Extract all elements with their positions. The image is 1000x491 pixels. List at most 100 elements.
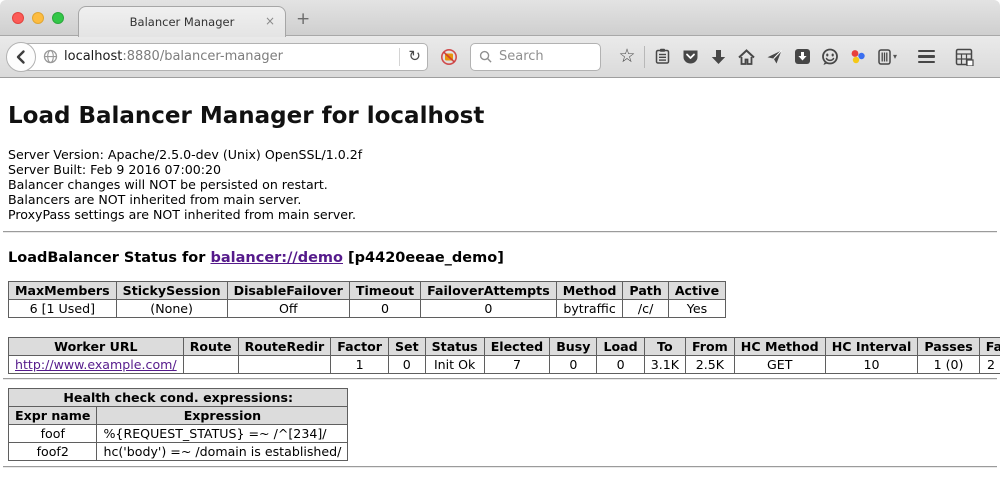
cell-routeredir: [238, 356, 331, 374]
worker-row: http://www.example.com/ 1 0 Init Ok 7 0 …: [9, 356, 1000, 374]
col-worker-url: Worker URL: [9, 338, 184, 356]
send-tab-button[interactable]: [760, 43, 788, 71]
tab-title: Balancer Manager: [130, 15, 235, 29]
downloads-button[interactable]: [704, 43, 732, 71]
cell-busy: 0: [550, 356, 597, 374]
hamburger-icon: [918, 50, 935, 64]
cell-hc-interval: 10: [825, 356, 918, 374]
browser-window: Balancer Manager × + localhost:8880/bala…: [0, 0, 1000, 491]
table-header-row: Expr name Expression: [9, 407, 348, 425]
cell-load: 0: [597, 356, 644, 374]
table-header-row: Worker URL Route RouteRedir Factor Set S…: [9, 338, 1000, 356]
container-caret-icon[interactable]: ▾: [893, 52, 897, 61]
reload-icon[interactable]: ↻: [408, 49, 421, 64]
cell-stickysession: (None): [116, 300, 227, 318]
download-arrow-icon: [711, 49, 726, 65]
proxypass-note-line: ProxyPass settings are NOT inherited fro…: [8, 207, 992, 222]
close-window-button[interactable]: [12, 12, 24, 24]
col-disablefailover: DisableFailover: [227, 282, 349, 300]
server-version-line: Server Version: Apache/2.5.0-dev (Unix) …: [8, 147, 992, 162]
pages-grid-icon: [955, 48, 974, 66]
url-bar[interactable]: localhost:8880/balancer-manager ↻: [20, 43, 428, 71]
tab-balancer-manager[interactable]: Balancer Manager ×: [78, 6, 286, 37]
col-busy: Busy: [550, 338, 597, 356]
col-route: Route: [183, 338, 238, 356]
back-button[interactable]: [6, 42, 36, 72]
col-fails: Fails: [979, 338, 1000, 356]
colored-dots-button[interactable]: [844, 43, 872, 71]
traffic-lights: [12, 12, 64, 24]
cell-disablefailover: Off: [227, 300, 349, 318]
feedback-smiley-button[interactable]: [816, 43, 844, 71]
pocket-button[interactable]: [676, 43, 704, 71]
cell-expr-name: foof: [9, 425, 97, 443]
status-suffix: [p4420eeae_demo]: [343, 250, 504, 266]
star-icon: ☆: [618, 47, 635, 66]
inherit-note-line: Balancers are NOT inherited from main se…: [8, 192, 992, 207]
health-check-table: Health check cond. expressions: Expr nam…: [8, 388, 348, 461]
col-factor: Factor: [331, 338, 389, 356]
cell-elected: 7: [484, 356, 550, 374]
table-header-row: MaxMembers StickySession DisableFailover…: [9, 282, 726, 300]
health-row: foof %{REQUEST_STATUS} =~ /^[234]/: [9, 425, 348, 443]
new-tab-button[interactable]: +: [296, 9, 310, 29]
server-info: Server Version: Apache/2.5.0-dev (Unix) …: [8, 147, 992, 222]
col-failoverattempts: FailoverAttempts: [421, 282, 557, 300]
cell-worker-url: http://www.example.com/: [9, 356, 184, 374]
cell-path: /c/: [623, 300, 668, 318]
balancer-demo-link[interactable]: balancer://demo: [210, 250, 343, 266]
cell-failoverattempts: 0: [421, 300, 557, 318]
cell-route: [183, 356, 238, 374]
col-expression: Expression: [97, 407, 348, 425]
cell-maxmembers: 6 [1 Used]: [9, 300, 117, 318]
zoom-window-button[interactable]: [52, 12, 64, 24]
reading-list-button[interactable]: [648, 43, 676, 71]
cell-timeout: 0: [349, 300, 420, 318]
bookmark-star-button[interactable]: ☆: [613, 43, 641, 71]
health-row: foof2 hc('body') =~ /domain is establish…: [9, 443, 348, 461]
url-text[interactable]: localhost:8880/balancer-manager: [64, 49, 283, 64]
col-path: Path: [623, 282, 668, 300]
download-panel-button[interactable]: [788, 43, 816, 71]
col-expr-name: Expr name: [9, 407, 97, 425]
cell-expr-name: foof2: [9, 443, 97, 461]
cell-passes: 1 (0): [918, 356, 979, 374]
back-arrow-icon: [13, 49, 29, 65]
col-passes: Passes: [918, 338, 979, 356]
menu-button[interactable]: [912, 43, 940, 71]
home-button[interactable]: [732, 43, 760, 71]
col-status: Status: [425, 338, 484, 356]
worker-url-link[interactable]: http://www.example.com/: [15, 357, 177, 372]
cell-from: 2.5K: [685, 356, 734, 374]
col-method: Method: [556, 282, 623, 300]
container-icon: [877, 48, 892, 65]
pocket-icon: [682, 49, 699, 65]
col-active: Active: [668, 282, 725, 300]
server-built-line: Server Built: Feb 9 2016 07:00:20: [8, 162, 992, 177]
url-path: :8880/balancer-manager: [122, 49, 283, 64]
loadbalancer-status-heading: LoadBalancer Status for balancer://demo …: [8, 250, 992, 266]
pages-grid-button[interactable]: [950, 43, 978, 71]
toolbar-separator: [644, 46, 645, 68]
persist-note-line: Balancer changes will NOT be persisted o…: [8, 177, 992, 192]
col-elected: Elected: [484, 338, 550, 356]
cell-expression: hc('body') =~ /domain is established/: [97, 443, 348, 461]
cell-method: bytraffic: [556, 300, 623, 318]
col-from: From: [685, 338, 734, 356]
colored-dots-icon: [849, 48, 867, 66]
divider: [3, 466, 997, 468]
content-blocked-icon[interactable]: [439, 47, 459, 67]
minimize-window-button[interactable]: [32, 12, 44, 24]
tab-close-icon[interactable]: ×: [265, 15, 275, 27]
col-hc-interval: HC Interval: [825, 338, 918, 356]
status-prefix: LoadBalancer Status for: [8, 250, 210, 266]
col-load: Load: [597, 338, 644, 356]
search-icon: [479, 50, 492, 63]
cell-fails: 2 (0): [979, 356, 1000, 374]
health-table-title: Health check cond. expressions:: [9, 389, 348, 407]
cell-expression: %{REQUEST_STATUS} =~ /^[234]/: [97, 425, 348, 443]
home-icon: [738, 49, 755, 65]
divider: [3, 378, 997, 380]
search-input[interactable]: Search: [470, 43, 601, 71]
cell-active: Yes: [668, 300, 725, 318]
